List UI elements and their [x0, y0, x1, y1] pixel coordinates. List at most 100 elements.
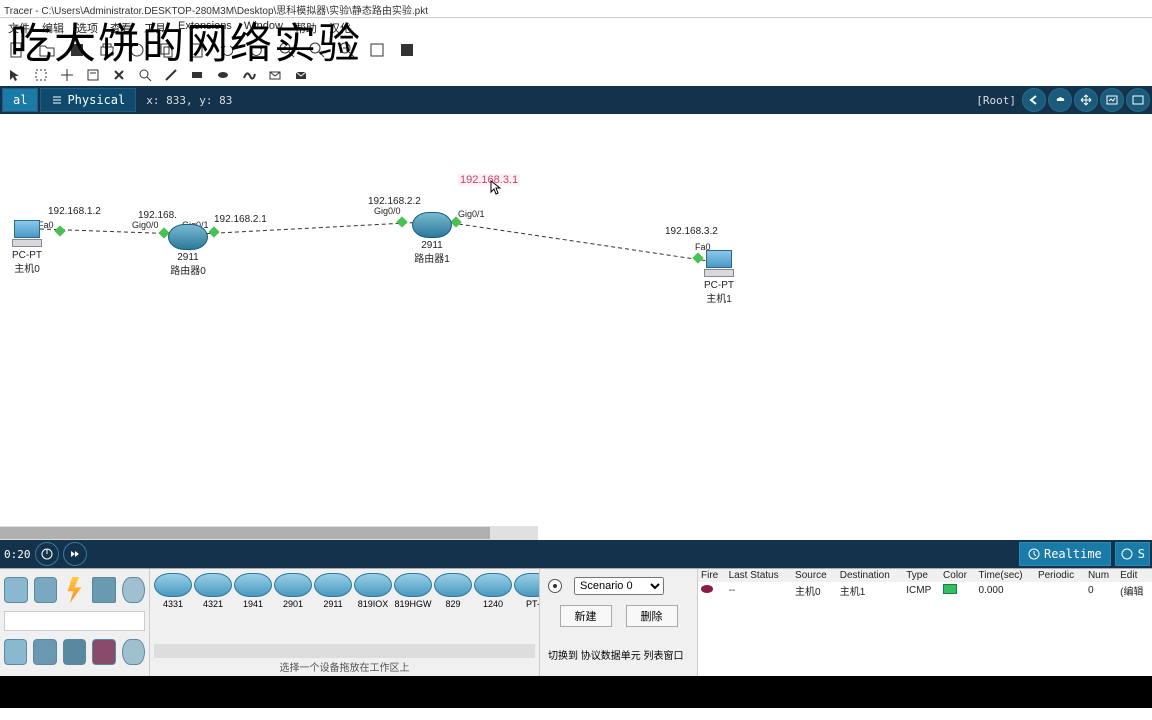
network-devices-category[interactable]	[4, 577, 28, 603]
wireless-subcategory[interactable]	[63, 639, 86, 665]
device-list-scrollbar[interactable]	[154, 644, 535, 658]
device-1240[interactable]: 1240	[474, 573, 512, 609]
device-819hgw[interactable]: 819HGW	[394, 573, 432, 609]
menu-window[interactable]: Window	[244, 20, 283, 34]
open-folder-icon[interactable]	[36, 39, 58, 61]
paste-icon[interactable]	[186, 39, 208, 61]
root-label[interactable]: [Root]	[976, 94, 1016, 107]
pc0-device[interactable]: PC-PT 主机0	[10, 220, 44, 276]
connections-category[interactable]	[63, 577, 86, 603]
secondary-toolbar	[0, 64, 1152, 86]
menu-extensions[interactable]: Extensions	[178, 20, 232, 34]
zoom-out-icon[interactable]	[336, 39, 358, 61]
pc1-ip-label[interactable]: 192.168.3.2	[665, 226, 718, 237]
place-note-icon[interactable]	[84, 66, 102, 84]
scenario-select[interactable]: Scenario 0	[574, 577, 664, 595]
palette-draw-icon[interactable]	[366, 39, 388, 61]
move-icon[interactable]	[58, 66, 76, 84]
window-title: Tracer - C:\Users\Administrator.DESKTOP-…	[4, 6, 428, 17]
draw-freeform-icon[interactable]	[240, 66, 258, 84]
draw-line-icon[interactable]	[162, 66, 180, 84]
device-model-list: 4331 4321 1941 2901 2911 819IOX 819HGW 8…	[150, 569, 540, 676]
miscellaneous-category[interactable]	[92, 577, 116, 603]
multiuser-category[interactable]	[122, 577, 146, 603]
router0-device[interactable]: 2911 路由器0	[168, 224, 208, 278]
pdu-row[interactable]: -- 主机0 主机1 ICMP 0.000 0 (编辑	[698, 582, 1152, 599]
menu-options[interactable]: 选项	[76, 20, 98, 34]
area-select-icon[interactable]	[32, 66, 50, 84]
inspect-icon[interactable]	[136, 66, 154, 84]
r0-right-ip-label[interactable]: 192.168.2.1	[214, 214, 267, 225]
simple-pdu-icon[interactable]	[266, 66, 284, 84]
cluster-icon[interactable]	[1048, 88, 1072, 112]
security-subcategory[interactable]	[92, 639, 115, 665]
router1-name: 路由器1	[412, 254, 452, 266]
redo-icon[interactable]	[246, 39, 268, 61]
r1-g01-label: Gig0/1	[458, 209, 485, 219]
pc1-device[interactable]: PC-PT 主机1	[702, 250, 736, 306]
device-829[interactable]: 829	[434, 573, 472, 609]
viewport-icon[interactable]	[1126, 88, 1150, 112]
canvas-hscrollbar[interactable]	[0, 526, 538, 540]
move-object-icon[interactable]	[1074, 88, 1098, 112]
pdu-table-header: FireLast StatusSourceDestinationTypeColo…	[698, 569, 1152, 582]
physical-tab[interactable]: Physical	[40, 88, 136, 112]
zoom-reset-icon[interactable]	[306, 39, 328, 61]
r0-g00-label: Gig0/0	[132, 220, 159, 230]
custom-device-icon[interactable]	[396, 39, 418, 61]
scenario-delete-button[interactable]: 删除	[626, 605, 678, 627]
pc1-name: 主机1	[702, 294, 736, 306]
delete-icon[interactable]	[110, 66, 128, 84]
router0-type: 2911	[168, 252, 208, 264]
link-status-pc0	[54, 225, 65, 236]
save-icon[interactable]	[66, 39, 88, 61]
power-cycle-icon[interactable]	[35, 542, 59, 566]
pdu-list-toggle[interactable]: 切换到 协议数据单元 列表窗口	[548, 647, 689, 662]
zoom-in-icon[interactable]	[276, 39, 298, 61]
copy-icon[interactable]	[156, 39, 178, 61]
undo-icon[interactable]	[216, 39, 238, 61]
menu-help[interactable]: 帮助	[295, 20, 317, 34]
r1-g00-label: Gig0/0	[374, 206, 401, 216]
wan-subcategory[interactable]	[122, 639, 145, 665]
complex-pdu-icon[interactable]	[292, 66, 310, 84]
menu-chinese[interactable]: 汉化	[329, 20, 351, 34]
device-4331[interactable]: 4331	[154, 573, 192, 609]
realtime-mode-button[interactable]: Realtime	[1019, 542, 1111, 566]
print-icon[interactable]	[96, 39, 118, 61]
draw-ellipse-icon[interactable]	[214, 66, 232, 84]
device-category-palette	[0, 569, 150, 676]
end-devices-category[interactable]	[34, 577, 58, 603]
menu-file[interactable]: 文件	[8, 20, 30, 34]
set-background-icon[interactable]	[1100, 88, 1124, 112]
router1-device[interactable]: 2911 路由器1	[412, 212, 452, 266]
menu-view[interactable]: 查看	[110, 20, 132, 34]
device-2911[interactable]: 2911	[314, 573, 352, 609]
device-819iox[interactable]: 819IOX	[354, 573, 392, 609]
simulation-mode-button[interactable]: S	[1115, 542, 1150, 566]
fast-forward-icon[interactable]	[63, 542, 87, 566]
menu-edit[interactable]: 编辑	[42, 20, 64, 34]
device-4321[interactable]: 4321	[194, 573, 232, 609]
device-pt[interactable]: PT-	[514, 573, 539, 609]
cursor-coordinates: x: 833, y: 83	[146, 94, 232, 107]
device-2901[interactable]: 2901	[274, 573, 312, 609]
workspace-canvas[interactable]: 192.168.3.1 192.168.1.2 Fa0 PC-PT 主机0 19…	[0, 114, 1152, 540]
category-search-input[interactable]	[4, 611, 145, 631]
draw-rect-icon[interactable]	[188, 66, 206, 84]
floating-ip-label[interactable]: 192.168.3.1	[458, 174, 520, 186]
new-file-icon[interactable]	[6, 39, 28, 61]
scenario-new-button[interactable]: 新建	[560, 605, 612, 627]
select-tool-icon[interactable]	[6, 66, 24, 84]
scenario-visibility-icon[interactable]	[548, 579, 562, 593]
nav-back-icon[interactable]	[1022, 88, 1046, 112]
switches-subcategory[interactable]	[33, 639, 56, 665]
menu-tools[interactable]: 工具	[144, 20, 166, 34]
pc0-ip-label[interactable]: 192.168.1.2	[48, 206, 101, 217]
wizard-icon[interactable]	[126, 39, 148, 61]
routers-subcategory[interactable]	[4, 639, 27, 665]
router1-type: 2911	[412, 240, 452, 252]
bottom-panel: 4331 4321 1941 2901 2911 819IOX 819HGW 8…	[0, 568, 1152, 676]
logical-tab[interactable]: al	[2, 88, 38, 112]
device-1941[interactable]: 1941	[234, 573, 272, 609]
